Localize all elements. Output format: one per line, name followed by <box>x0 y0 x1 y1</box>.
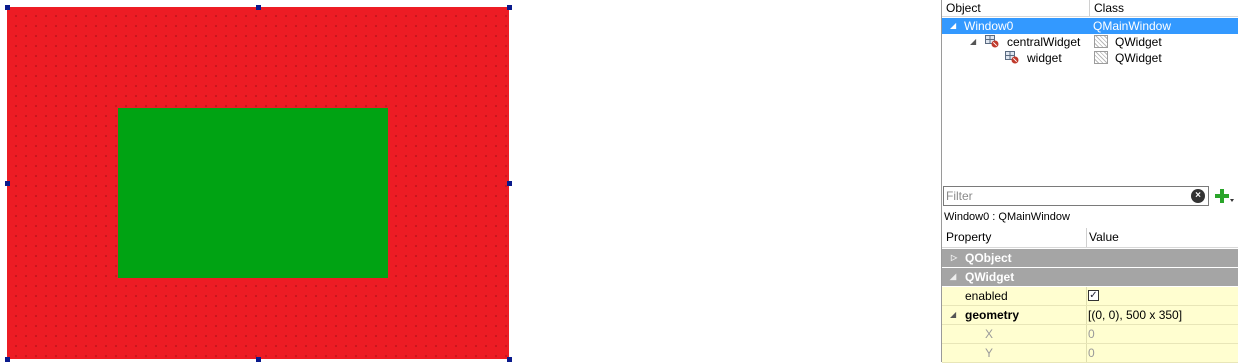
resize-handle-bottom-left[interactable] <box>5 357 10 362</box>
property-name: Y <box>985 346 994 360</box>
group-qobject[interactable]: ▷ QObject <box>942 249 1238 268</box>
resize-handle-top[interactable] <box>256 5 261 10</box>
tree-row-centralwidget[interactable]: ◢ centralWidget QWidget <box>942 34 1238 50</box>
tree-row-object-name: widget <box>1027 51 1062 65</box>
group-label: QWidget <box>965 270 1015 284</box>
tree-row-widget[interactable]: widget QWidget <box>942 50 1238 66</box>
layout-broken-icon <box>1005 51 1019 64</box>
clear-filter-icon[interactable]: × <box>1191 189 1205 203</box>
property-editor-object-label: Window0 : QMainWindow <box>944 211 1070 223</box>
property-name: enabled <box>965 289 1008 303</box>
class-column-header[interactable]: Class <box>1094 0 1124 16</box>
value-column-header[interactable]: Value <box>1089 228 1119 247</box>
property-editor-header: Property Value <box>942 228 1238 248</box>
resize-handle-top-left[interactable] <box>5 5 10 10</box>
expand-arrow-icon[interactable]: ◢ <box>970 34 976 50</box>
tree-row-class-name: QMainWindow <box>1093 19 1172 33</box>
collapsed-arrow-icon[interactable]: ▷ <box>951 249 957 267</box>
object-column-header[interactable]: Object <box>946 0 981 16</box>
resize-handle-bottom-right[interactable] <box>507 357 512 362</box>
property-name: X <box>985 327 994 341</box>
property-name: geometry <box>965 308 1020 322</box>
object-inspector-header: Object Class <box>942 0 1238 17</box>
tree-row-object-name: centralWidget <box>1007 35 1081 49</box>
tree-row-window0[interactable]: ◢ Window0 QMainWindow <box>942 18 1238 34</box>
resize-handle-top-right[interactable] <box>507 5 512 10</box>
expand-arrow-icon[interactable]: ◢ <box>950 18 956 34</box>
tree-row-class-name: QWidget <box>1115 51 1162 65</box>
property-filter: × <box>943 186 1209 206</box>
resize-handle-bottom[interactable] <box>256 357 261 362</box>
expand-arrow-icon[interactable]: ◢ <box>950 306 956 324</box>
group-label: QObject <box>965 251 1012 265</box>
resize-handle-right[interactable] <box>507 181 512 186</box>
group-qwidget[interactable]: ◢ QWidget <box>942 268 1238 287</box>
property-value[interactable]: [(0, 0), 500 x 350] <box>1088 306 1182 324</box>
resize-handle-left[interactable] <box>5 181 10 186</box>
property-column-header[interactable]: Property <box>946 228 991 247</box>
form-canvas-central-widget[interactable] <box>7 7 509 359</box>
add-dynamic-property-button[interactable] <box>1212 186 1236 206</box>
layout-broken-icon <box>985 35 999 48</box>
tree-row-object-name: Window0 <box>964 19 1014 33</box>
enabled-checkbox[interactable]: ✓ <box>1088 290 1099 301</box>
tree-row-class-name: QWidget <box>1115 35 1162 49</box>
property-row-x[interactable]: X 0 <box>942 325 1238 344</box>
widget-class-icon <box>1094 35 1108 48</box>
property-value[interactable]: 0 <box>1088 325 1095 343</box>
property-value[interactable]: 0 <box>1088 344 1095 362</box>
property-row-y[interactable]: Y 0 <box>942 344 1238 363</box>
filter-input[interactable] <box>946 188 1181 204</box>
widget-class-icon <box>1094 51 1108 64</box>
property-row-geometry[interactable]: ◢ geometry [(0, 0), 500 x 350] <box>942 306 1238 325</box>
inner-widget[interactable] <box>118 108 388 278</box>
expand-arrow-icon[interactable]: ◢ <box>950 268 956 286</box>
